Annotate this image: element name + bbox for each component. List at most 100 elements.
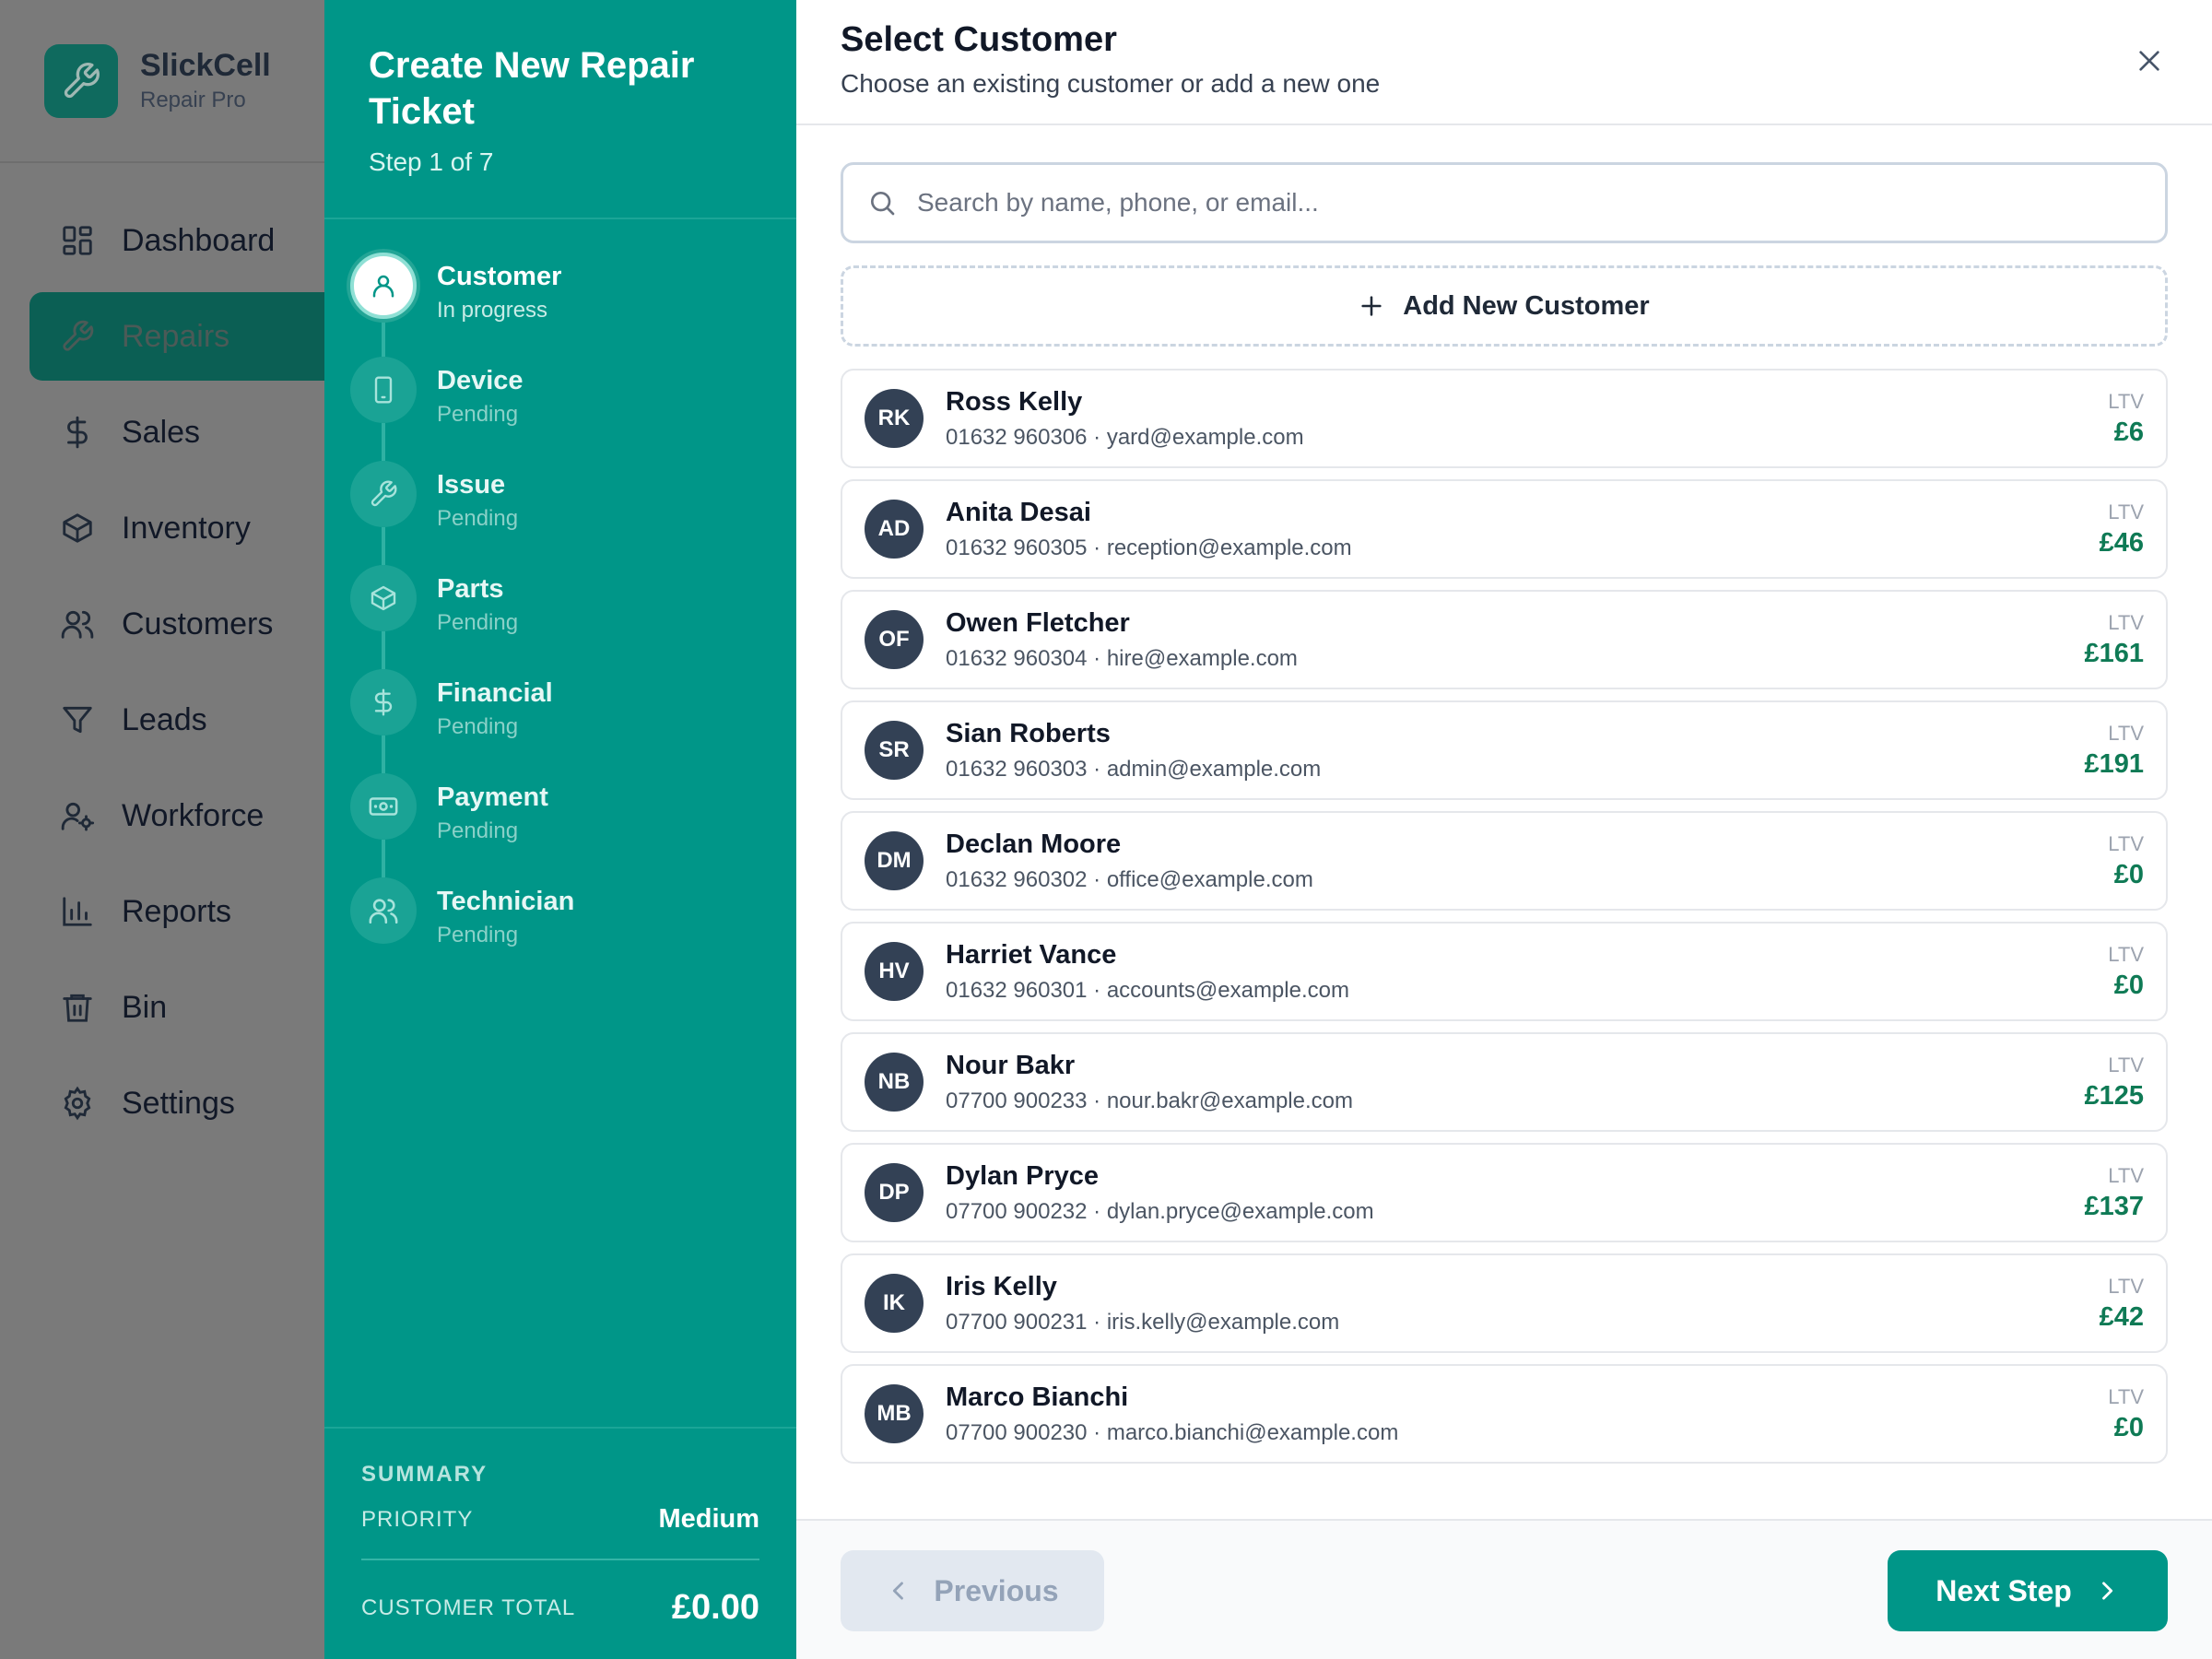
step-parts[interactable]: Parts Pending: [350, 565, 796, 669]
customer-row[interactable]: RK Ross Kelly 01632 960306 · yard@example…: [841, 369, 2168, 468]
nav-item-workforce[interactable]: Workforce: [29, 771, 324, 860]
customer-row[interactable]: NB Nour Bakr 07700 900233 · nour.bakr@exa…: [841, 1032, 2168, 1132]
step-name: Device: [437, 366, 524, 395]
step-customer[interactable]: Customer In progress: [350, 253, 796, 357]
customer-row[interactable]: DM Declan Moore 01632 960302 · office@exa…: [841, 811, 2168, 911]
ltv-label: LTV: [2108, 1163, 2144, 1187]
ltv-label: LTV: [2108, 942, 2144, 966]
nav-item-settings[interactable]: Settings: [29, 1059, 324, 1147]
customer-name: Anita Desai: [946, 497, 1091, 527]
customer-row[interactable]: OF Owen Fletcher 01632 960304 · hire@exam…: [841, 590, 2168, 689]
plus-icon: [1359, 293, 1384, 319]
customer-contact: 01632 960305 · reception@example.com: [946, 535, 1352, 560]
previous-button[interactable]: Previous: [841, 1550, 1104, 1631]
ltv-label: LTV: [2108, 1053, 2144, 1077]
wizard-panel: Create New Repair Ticket Step 1 of 7 Cus…: [324, 0, 796, 1659]
nav-item-repairs[interactable]: Repairs: [29, 292, 324, 381]
avatar: IK: [865, 1274, 924, 1333]
previous-label: Previous: [934, 1573, 1059, 1607]
step-connector: [382, 423, 385, 461]
customer-contact: 01632 960301 · accounts@example.com: [946, 977, 1349, 1003]
user-icon: [350, 253, 417, 319]
step-connector: [382, 527, 385, 565]
step-name: Technician: [437, 887, 575, 916]
customer-name: Ross Kelly: [946, 386, 1083, 417]
step-issue[interactable]: Issue Pending: [350, 461, 796, 565]
step-financial[interactable]: Financial Pending: [350, 669, 796, 773]
nav-item-inventory[interactable]: Inventory: [29, 484, 324, 572]
avatar: MB: [865, 1384, 924, 1443]
step-name: Financial: [437, 678, 553, 708]
customer-contact: 01632 960303 · admin@example.com: [946, 756, 1322, 782]
nav-item-customers[interactable]: Customers: [29, 580, 324, 668]
users-icon: [350, 877, 417, 944]
customer-contact: 07700 900232 · dylan.pryce@example.com: [946, 1198, 1374, 1224]
close-button[interactable]: [2131, 42, 2168, 79]
avatar: RK: [865, 389, 924, 448]
main-nav: Dashboard Repairs Sales Inventory Custom…: [0, 163, 324, 1147]
ltv-value: £42: [2099, 1301, 2144, 1332]
step-status: Pending: [437, 506, 519, 531]
step-status: Pending: [437, 818, 519, 843]
search-input[interactable]: [917, 188, 2115, 218]
wrench-icon: [350, 461, 417, 527]
add-new-customer-button[interactable]: Add New Customer: [841, 265, 2168, 347]
customer-row[interactable]: MB Marco Bianchi 07700 900230 · marco.bia…: [841, 1364, 2168, 1464]
close-icon: [2139, 51, 2159, 71]
banknote-icon: [350, 773, 417, 840]
step-name: Customer: [437, 262, 562, 291]
nav-item-dashboard[interactable]: Dashboard: [29, 196, 324, 285]
customer-row[interactable]: IK Iris Kelly 07700 900231 · iris.kelly@e…: [841, 1253, 2168, 1353]
step-connector: [382, 319, 385, 357]
box-icon: [59, 510, 96, 547]
ltv-value: £137: [2084, 1191, 2144, 1221]
nav-item-reports[interactable]: Reports: [29, 867, 324, 956]
avatar: AD: [865, 500, 924, 559]
dashboard-icon: [59, 222, 96, 259]
customer-name: Nour Bakr: [946, 1050, 1076, 1080]
step-connector: [382, 735, 385, 773]
wrench-icon: [59, 318, 96, 355]
select-customer-panel: Select Customer Choose an existing custo…: [796, 0, 2212, 1659]
step-connector: [382, 631, 385, 669]
customer-row[interactable]: HV Harriet Vance 01632 960301 · accounts@…: [841, 922, 2168, 1021]
nav-item-bin[interactable]: Bin: [29, 963, 324, 1052]
nav-label: Bin: [122, 989, 168, 1025]
ltv-value: £0: [2113, 1412, 2144, 1442]
nav-label: Sales: [122, 414, 201, 450]
brand-name: SlickCell: [140, 48, 271, 83]
customer-name: Dylan Pryce: [946, 1160, 1100, 1191]
nav-label: Customers: [122, 606, 274, 641]
step-payment[interactable]: Payment Pending: [350, 773, 796, 877]
nav-label: Settings: [122, 1085, 235, 1121]
nav-item-leads[interactable]: Leads: [29, 676, 324, 764]
nav-item-sales[interactable]: Sales: [29, 388, 324, 477]
ltv-label: LTV: [2108, 389, 2144, 413]
step-technician[interactable]: Technician Pending: [350, 877, 796, 982]
customer-name: Owen Fletcher: [946, 607, 1130, 638]
avatar: DM: [865, 831, 924, 890]
ltv-value: £125: [2084, 1080, 2144, 1111]
summary-divider: [361, 1559, 759, 1560]
customer-row[interactable]: AD Anita Desai 01632 960305 · reception@e…: [841, 479, 2168, 579]
customer-name: Declan Moore: [946, 829, 1122, 859]
ltv-label: LTV: [2108, 610, 2144, 634]
customer-contact: 01632 960302 · office@example.com: [946, 866, 1313, 892]
customer-contact: 07700 900231 · iris.kelly@example.com: [946, 1309, 1340, 1335]
customer-row[interactable]: SR Sian Roberts 01632 960303 · admin@exam…: [841, 700, 2168, 800]
wizard-title: Create New Repair Ticket: [369, 45, 695, 132]
step-device[interactable]: Device Pending: [350, 357, 796, 461]
next-step-button[interactable]: Next Step: [1888, 1550, 2168, 1631]
customer-name: Harriet Vance: [946, 939, 1117, 970]
next-step-label: Next Step: [1936, 1573, 2072, 1607]
wizard-steps: Customer In progress Device Pending Issue P…: [324, 219, 796, 982]
step-connector: [382, 840, 385, 877]
trash-icon: [59, 989, 96, 1026]
brand: SlickCell Repair Pro: [0, 0, 324, 163]
avatar: DP: [865, 1163, 924, 1222]
nav-label: Inventory: [122, 510, 251, 546]
ltv-value: £6: [2113, 417, 2144, 447]
step-status: Pending: [437, 402, 519, 427]
customer-row[interactable]: DP Dylan Pryce 07700 900232 · dylan.pryce…: [841, 1143, 2168, 1242]
summary-title: SUMMARY: [361, 1462, 488, 1487]
